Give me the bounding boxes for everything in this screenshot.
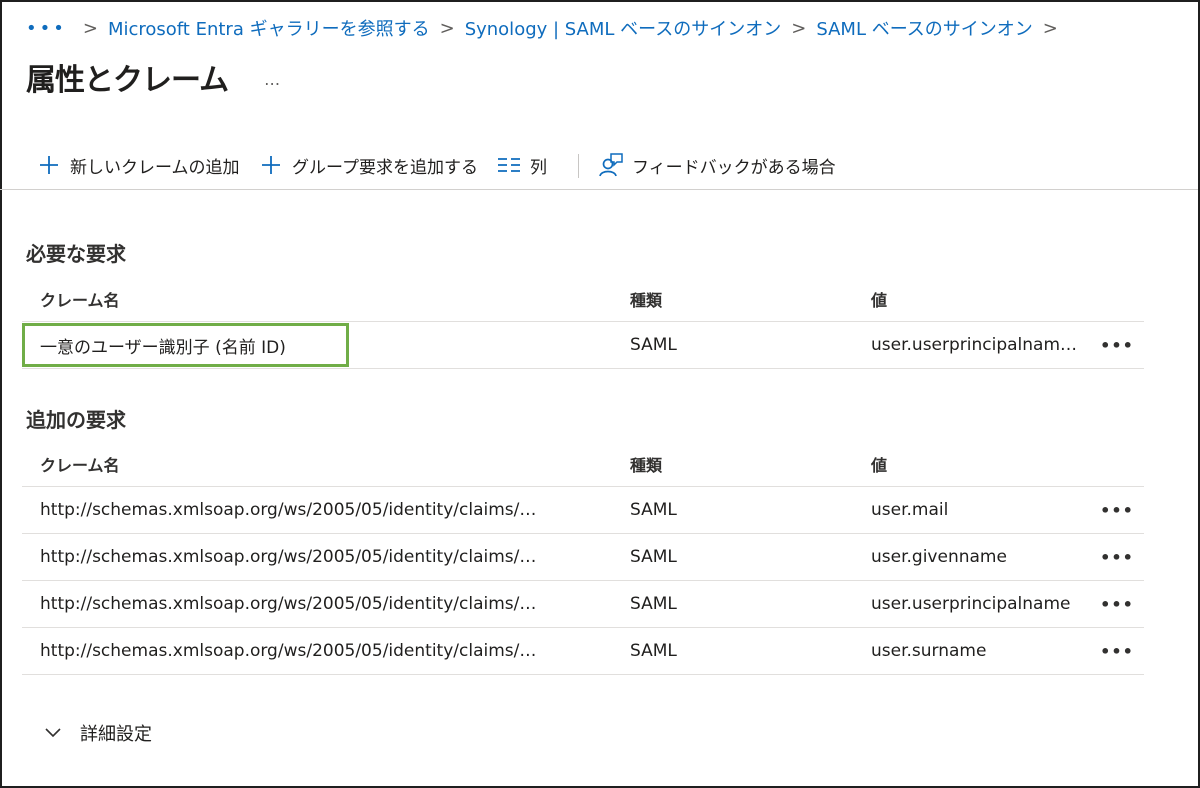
feedback-label: フィードバックがある場合	[632, 157, 836, 178]
breadcrumb-separator: >	[791, 17, 807, 39]
claim-value-cell: user.userprincipalnam…	[871, 335, 1078, 355]
table-row[interactable]: http://schemas.xmlsoap.org/ws/2005/05/id…	[22, 487, 1144, 534]
table-header: クレーム名 種類 値	[22, 441, 1144, 487]
claim-name-cell[interactable]: 一意のユーザー識別子 (名前 ID)	[40, 322, 620, 368]
row-more-button[interactable]: •••	[1102, 534, 1132, 580]
toolbar-divider	[578, 154, 579, 178]
plus-icon	[36, 152, 62, 178]
claim-value-cell: user.surname	[871, 641, 987, 661]
add-claim-label: 新しいクレームの追加	[70, 157, 240, 178]
claim-type-cell: SAML	[630, 594, 677, 614]
breadcrumb: ••• > Microsoft Entra ギャラリーを参照する > Synol…	[26, 14, 1068, 42]
row-more-button[interactable]: •••	[1102, 322, 1132, 368]
command-bar: 新しいクレームの追加 グループ要求を追加する 列 フィードバックがある場合	[0, 140, 1198, 190]
chevron-down-icon	[44, 724, 62, 742]
additional-claims-table: クレーム名 種類 値 http://schemas.xmlsoap.org/ws…	[22, 441, 1144, 675]
table-row[interactable]: http://schemas.xmlsoap.org/ws/2005/05/id…	[22, 628, 1144, 675]
claim-type-cell: SAML	[630, 335, 677, 355]
row-more-button[interactable]: •••	[1102, 628, 1132, 674]
advanced-settings-toggle[interactable]: 詳細設定	[44, 718, 152, 748]
table-row[interactable]: http://schemas.xmlsoap.org/ws/2005/05/id…	[22, 581, 1144, 628]
column-header-type[interactable]: 種類	[630, 276, 750, 322]
column-header-value[interactable]: 値	[871, 276, 1103, 322]
breadcrumb-separator: >	[82, 17, 98, 39]
add-group-claim-label: グループ要求を追加する	[292, 157, 478, 178]
claim-value-cell: user.userprincipalname	[871, 594, 1071, 614]
breadcrumb-overflow-button[interactable]: •••	[26, 18, 67, 39]
breadcrumb-separator: >	[439, 17, 455, 39]
breadcrumb-separator: >	[1042, 17, 1058, 39]
table-row[interactable]: 一意のユーザー識別子 (名前 ID) SAML user.userprincip…	[22, 322, 1144, 369]
columns-button[interactable]: 列	[496, 152, 547, 178]
feedback-person-icon	[598, 152, 624, 178]
title-row: 属性とクレーム …	[26, 56, 282, 98]
claim-type-cell: SAML	[630, 500, 677, 520]
column-header-type[interactable]: 種類	[630, 441, 750, 487]
claim-type-cell: SAML	[630, 547, 677, 567]
required-claims-title: 必要な要求	[26, 242, 126, 266]
claim-name-cell[interactable]: http://schemas.xmlsoap.org/ws/2005/05/id…	[40, 581, 620, 627]
columns-label: 列	[530, 157, 547, 178]
additional-claims-title: 追加の要求	[26, 408, 126, 432]
claim-type-cell: SAML	[630, 641, 677, 661]
column-header-claim-name[interactable]: クレーム名	[40, 441, 620, 487]
row-more-button[interactable]: •••	[1102, 581, 1132, 627]
page-title: 属性とクレーム	[26, 63, 229, 98]
columns-icon	[496, 152, 522, 178]
page-more-button[interactable]: …	[264, 70, 282, 89]
required-claims-table: クレーム名 種類 値 一意のユーザー識別子 (名前 ID) SAML user.…	[22, 276, 1144, 369]
column-header-claim-name[interactable]: クレーム名	[40, 276, 620, 322]
table-row[interactable]: http://schemas.xmlsoap.org/ws/2005/05/id…	[22, 534, 1144, 581]
add-claim-button[interactable]: 新しいクレームの追加	[36, 152, 240, 178]
add-group-claim-button[interactable]: グループ要求を追加する	[258, 152, 478, 178]
column-header-value[interactable]: 値	[871, 441, 1103, 487]
claim-name-cell[interactable]: http://schemas.xmlsoap.org/ws/2005/05/id…	[40, 534, 620, 580]
table-header: クレーム名 種類 値	[22, 276, 1144, 322]
advanced-settings-label: 詳細設定	[80, 724, 152, 745]
claim-name-cell[interactable]: http://schemas.xmlsoap.org/ws/2005/05/id…	[40, 487, 620, 533]
claim-value-cell: user.givenname	[871, 547, 1007, 567]
plus-icon	[258, 152, 284, 178]
row-more-button[interactable]: •••	[1102, 487, 1132, 533]
claim-name-cell[interactable]: http://schemas.xmlsoap.org/ws/2005/05/id…	[40, 628, 620, 674]
claim-value-cell: user.mail	[871, 500, 949, 520]
breadcrumb-item-synology-saml[interactable]: Synology | SAML ベースのサインオン	[465, 15, 782, 41]
feedback-button[interactable]: フィードバックがある場合	[598, 152, 836, 178]
breadcrumb-item-saml-signon[interactable]: SAML ベースのサインオン	[816, 15, 1032, 41]
breadcrumb-item-gallery[interactable]: Microsoft Entra ギャラリーを参照する	[108, 15, 430, 41]
